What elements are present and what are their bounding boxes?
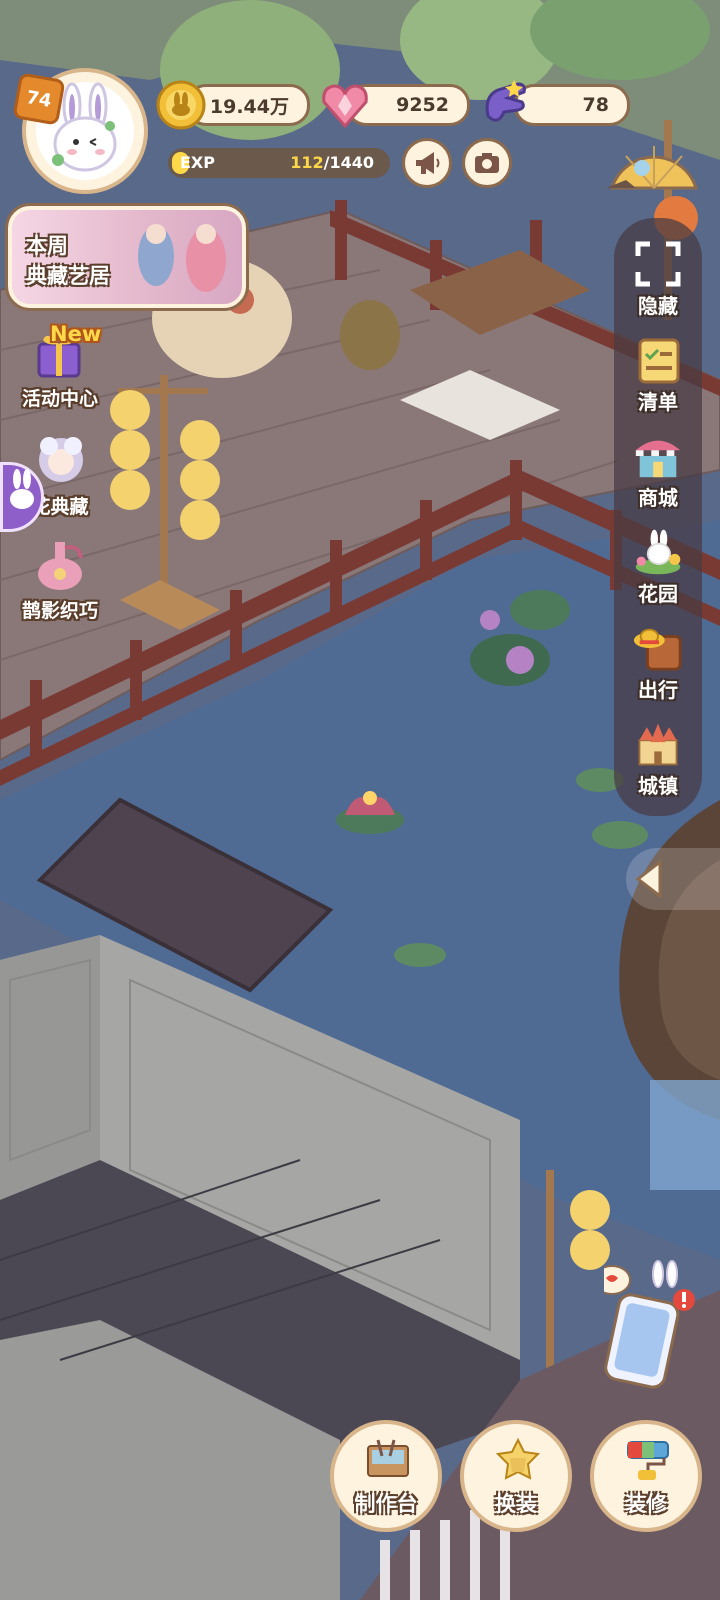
new-badge: New [50, 322, 102, 346]
magpie-weaving-button[interactable]: 鹊影织巧 [6, 534, 114, 623]
coin-icon [156, 80, 206, 130]
megaphone-icon [416, 152, 440, 174]
fan-decoration-icon[interactable] [606, 132, 702, 196]
event-center-label: 活动中心 [21, 388, 98, 410]
weekly-line1: 本周 [26, 234, 68, 258]
outfit-label: 换装 [495, 1492, 537, 1516]
event-center-button[interactable]: New 活动中心 [6, 322, 114, 411]
exp-bar: EXP 112/1440 [168, 148, 390, 178]
castle-icon [632, 718, 684, 770]
exp-label: EXP [180, 153, 215, 172]
outfit-button[interactable]: 换装 [460, 1420, 572, 1532]
town-label: 城镇 [638, 774, 678, 798]
suitcase-icon [632, 622, 684, 674]
weekly-characters-icon [138, 224, 226, 292]
bunny-floating-icon[interactable] [0, 462, 44, 532]
player-level-badge: 74 [12, 72, 66, 126]
workbench-icon [367, 1439, 409, 1477]
shop-button[interactable]: 商城 [614, 426, 702, 516]
collapse-tab[interactable] [626, 848, 720, 910]
town-button[interactable]: 城镇 [614, 714, 702, 804]
checklist-icon [632, 334, 684, 386]
checklist-label: 清单 [638, 390, 678, 414]
shop-icon [632, 430, 684, 482]
outfit-icon [495, 1437, 541, 1480]
decorate-label: 装修 [625, 1492, 667, 1516]
vase-icon [38, 542, 83, 590]
exp-value: 112/1440 [290, 153, 374, 172]
camera-icon [475, 153, 499, 173]
weekly-line2: 典藏艺居 [26, 264, 110, 288]
garden-button[interactable]: 花园 [614, 522, 702, 612]
workbench-button[interactable]: 制作台 [330, 1420, 442, 1532]
decorate-button[interactable]: 装修 [590, 1420, 702, 1532]
right-menu-panel: 隐藏 清单 商城 花园 出行 城镇 [614, 218, 702, 816]
weekly-collection-banner[interactable]: 本周 典藏艺居 [8, 206, 246, 308]
announcement-button[interactable] [402, 138, 452, 188]
crystal-heart-icon [318, 78, 372, 132]
checklist-button[interactable]: 清单 [614, 330, 702, 420]
hide-ui-button[interactable]: 隐藏 [614, 234, 702, 324]
paint-roller-icon [627, 1441, 669, 1480]
travel-label: 出行 [638, 678, 678, 702]
exp-max: 1440 [329, 153, 374, 172]
camera-button[interactable] [462, 138, 512, 188]
workbench-label: 制作台 [354, 1492, 418, 1516]
phone-gadget[interactable] [593, 1260, 704, 1390]
garden-label: 花园 [638, 582, 678, 606]
magic-glove-icon [478, 76, 534, 132]
chevron-left-icon [635, 858, 662, 900]
exp-current: 112 [290, 153, 324, 172]
hearts-value: 9252 [396, 94, 449, 116]
travel-button[interactable]: 出行 [614, 618, 702, 708]
hide-frame-icon [632, 238, 684, 290]
magpie-weaving-label: 鹊影织巧 [21, 600, 98, 622]
hide-ui-label: 隐藏 [638, 294, 678, 318]
shop-label: 商城 [638, 486, 678, 510]
coins-value: 19.44万 [209, 95, 289, 118]
energy-value: 78 [582, 94, 609, 116]
garden-icon [632, 526, 684, 578]
